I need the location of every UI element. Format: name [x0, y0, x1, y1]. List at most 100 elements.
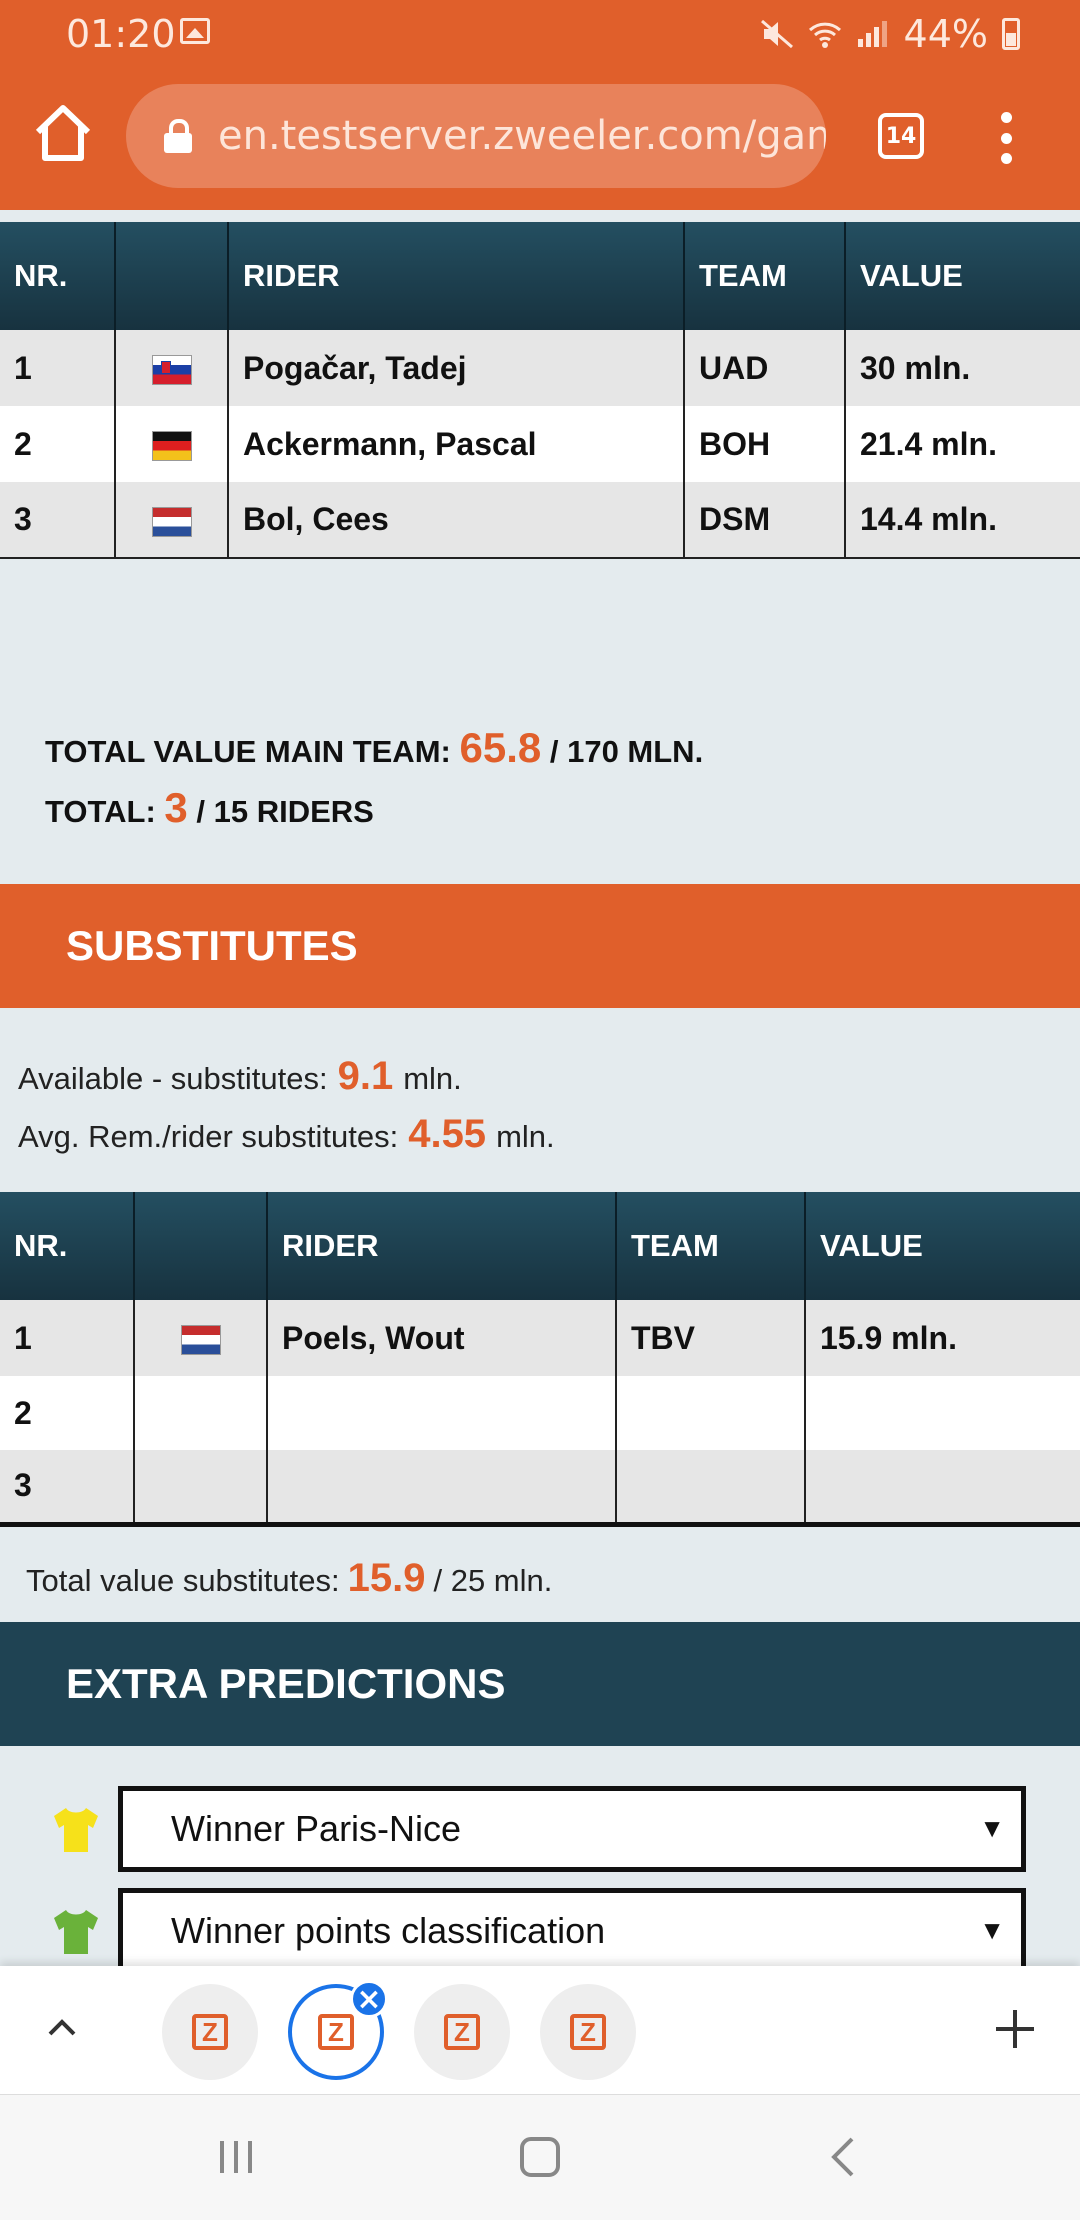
rider-value: 30 mln. — [845, 330, 1080, 406]
system-navigation-bar — [0, 2094, 1080, 2220]
total-riders-suffix: / 15 RIDERS — [196, 794, 374, 829]
mute-icon — [760, 19, 793, 49]
wifi-icon — [808, 22, 841, 48]
available-value: 9.1 — [337, 1054, 394, 1098]
table-row[interactable]: 1 Pogačar, Tadej UAD 30 mln. — [0, 330, 1080, 406]
total-value-label: TOTAL VALUE MAIN TEAM: — [45, 734, 451, 769]
browser-tab[interactable]: Z — [540, 1984, 636, 2080]
col-header-team: TEAM — [684, 222, 846, 330]
empty-flag-cell — [134, 1376, 268, 1450]
lock-icon — [164, 119, 192, 153]
main-team-table: NR. RIDER TEAM VALUE 1 Pogačar, Tadej UA… — [0, 222, 1080, 559]
col-header-nr: NR. — [0, 1192, 135, 1300]
browser-toolbar: 01:20 44% en.testserver.zweeler.com/gam … — [0, 0, 1080, 210]
col-header-flag — [134, 1192, 268, 1300]
rider-team: UAD — [684, 330, 846, 406]
table-row[interactable]: 3 Bol, Cees DSM 14.4 mln. — [0, 482, 1080, 558]
rider-name — [267, 1450, 617, 1524]
avg-remaining-per-rider: Avg. Rem./rider substitutes: 4.55 mln. — [18, 1112, 555, 1157]
total-riders-count: 3 — [164, 784, 188, 831]
rider-team: TBV — [616, 1300, 806, 1376]
rider-nr: 1 — [0, 1300, 135, 1376]
dropdown-arrow-icon: ▼ — [979, 1915, 1005, 1945]
yellow-jersey-icon — [54, 1808, 98, 1852]
rider-name: Pogačar, Tadej — [228, 330, 685, 406]
available-label: Available - substitutes: — [18, 1061, 328, 1096]
close-tab-icon[interactable]: × — [350, 1980, 388, 2018]
col-header-team: TEAM — [616, 1192, 806, 1300]
address-bar[interactable]: en.testserver.zweeler.com/gam — [126, 84, 826, 188]
chevron-up-icon[interactable] — [42, 2008, 82, 2048]
back-icon[interactable] — [822, 2133, 866, 2181]
rider-nr: 2 — [0, 406, 116, 482]
total-riders-label: TOTAL: — [45, 794, 156, 829]
avg-label: Avg. Rem./rider substitutes: — [18, 1119, 399, 1154]
rider-team — [616, 1376, 806, 1450]
signal-icon — [857, 21, 887, 47]
rider-team — [616, 1450, 806, 1524]
table-row[interactable]: 2 — [0, 1376, 1080, 1450]
rider-value: 15.9 mln. — [805, 1300, 1080, 1376]
browser-tab-active[interactable]: Z × — [288, 1980, 388, 2080]
rider-name: Poels, Wout — [267, 1300, 617, 1376]
col-header-nr: NR. — [0, 222, 116, 330]
germany-flag-icon — [151, 431, 192, 462]
rider-name — [267, 1376, 617, 1450]
rider-value: 14.4 mln. — [845, 482, 1080, 558]
url-text: en.testserver.zweeler.com/gam — [218, 113, 826, 159]
total-value-amount: 65.8 — [459, 724, 542, 771]
empty-flag-cell — [134, 1450, 268, 1524]
prediction-row: Winner points classification ▼ — [0, 1888, 1080, 1978]
home-icon[interactable] — [30, 100, 96, 166]
col-header-rider: RIDER — [267, 1192, 617, 1300]
browser-tab[interactable]: Z — [162, 1984, 258, 2080]
table-row[interactable]: 2 Ackermann, Pascal BOH 21.4 mln. — [0, 406, 1080, 482]
rider-value — [805, 1450, 1080, 1524]
substitutes-table: NR. RIDER TEAM VALUE 1 Poels, Wout TBV 1… — [0, 1192, 1080, 1527]
rider-nr: 3 — [0, 1450, 135, 1524]
status-bar: 01:20 44% — [0, 0, 1080, 66]
battery-percent: 44% — [903, 12, 988, 56]
table-row[interactable]: 1 Poels, Wout TBV 15.9 mln. — [0, 1300, 1080, 1376]
total-subs-suffix: / 25 mln. — [433, 1563, 553, 1598]
avg-value: 4.55 — [408, 1112, 487, 1156]
zweeler-icon: Z — [318, 2014, 354, 2050]
rider-value: 21.4 mln. — [845, 406, 1080, 482]
status-time: 01:20 — [66, 12, 176, 56]
total-value-substitutes: Total value substitutes: 15.9/ 25 mln. — [26, 1556, 552, 1601]
netherlands-flag-icon — [180, 1325, 221, 1356]
substitutes-header: SUBSTITUTES — [0, 884, 1080, 1008]
prediction-row: Winner Paris-Nice ▼ — [0, 1786, 1080, 1876]
select-value: Winner points classification — [171, 1910, 606, 1951]
browser-tab[interactable]: Z — [414, 1984, 510, 2080]
battery-icon — [1002, 18, 1020, 50]
recent-apps-icon[interactable] — [214, 2135, 258, 2179]
col-header-value: VALUE — [805, 1192, 1080, 1300]
rider-name: Bol, Cees — [228, 482, 685, 558]
home-nav-icon[interactable] — [516, 2133, 564, 2181]
select-value: Winner Paris-Nice — [171, 1808, 462, 1849]
col-header-rider: RIDER — [228, 222, 685, 330]
rider-team: BOH — [684, 406, 846, 482]
tab-switcher-button[interactable]: 14 — [878, 113, 924, 159]
extra-predictions-header: EXTRA PREDICTIONS — [0, 1622, 1080, 1746]
winner-points-classification-select[interactable]: Winner points classification ▼ — [118, 1888, 1026, 1974]
available-unit: mln. — [403, 1061, 462, 1096]
winner-paris-nice-select[interactable]: Winner Paris-Nice ▼ — [118, 1786, 1026, 1872]
new-tab-icon[interactable] — [990, 2004, 1040, 2054]
extra-predictions-title: EXTRA PREDICTIONS — [66, 1660, 506, 1707]
green-jersey-icon — [54, 1910, 98, 1954]
table-row[interactable]: 3 — [0, 1450, 1080, 1524]
total-value-main-team: TOTAL VALUE MAIN TEAM: 65.8 / 170 MLN. — [45, 724, 703, 772]
rider-value — [805, 1376, 1080, 1450]
browser-menu-icon[interactable] — [990, 112, 1022, 164]
dropdown-arrow-icon: ▼ — [979, 1813, 1005, 1843]
col-header-flag — [115, 222, 229, 330]
table-header-row: NR. RIDER TEAM VALUE — [0, 1192, 1080, 1300]
col-header-value: VALUE — [845, 222, 1080, 330]
avg-unit: mln. — [496, 1119, 555, 1154]
zweeler-icon: Z — [192, 2014, 228, 2050]
rider-nr: 2 — [0, 1376, 135, 1450]
image-notification-icon — [180, 18, 210, 44]
rider-nr: 3 — [0, 482, 116, 558]
